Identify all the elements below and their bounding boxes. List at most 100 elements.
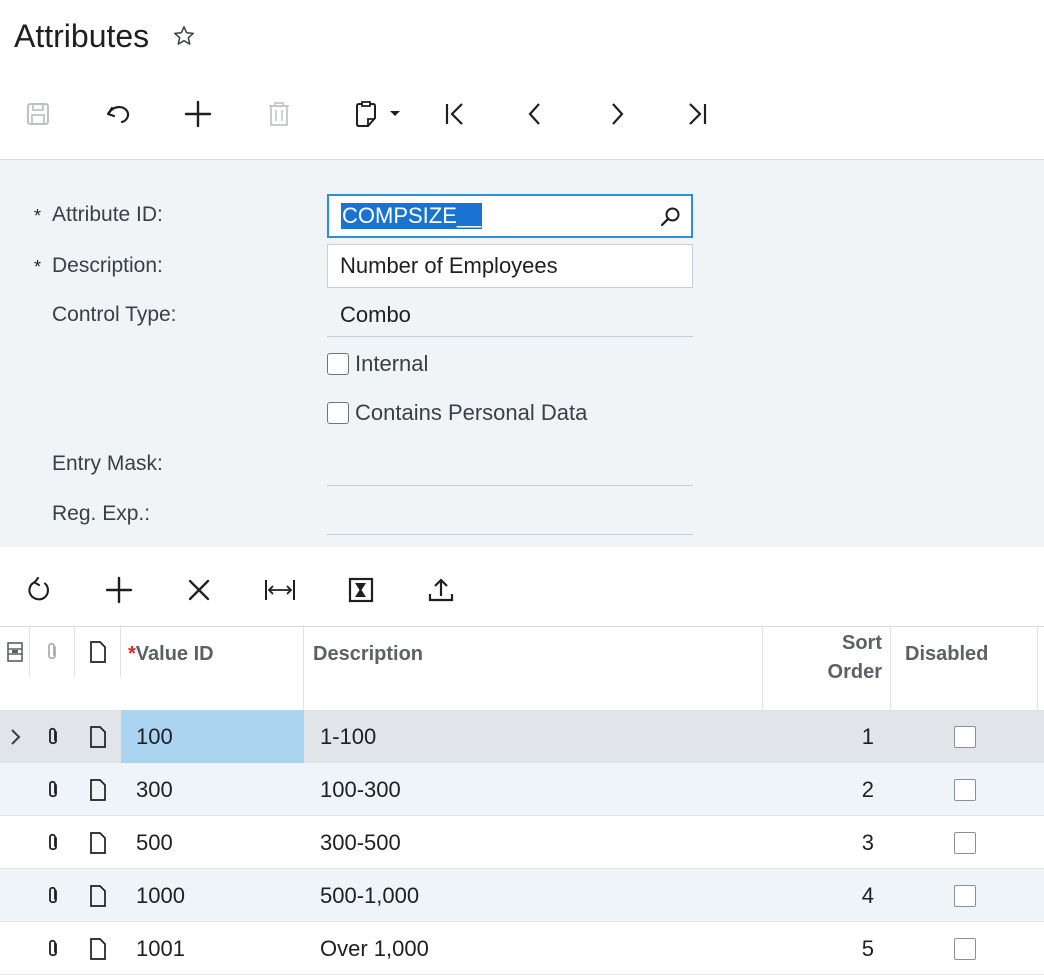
trash-icon [266, 99, 292, 129]
main-toolbar [20, 92, 740, 136]
internal-checkbox-row[interactable]: Internal [327, 349, 428, 379]
internal-label: Internal [355, 351, 429, 376]
control-type-field[interactable]: Combo [327, 293, 693, 337]
required-marker: * [128, 643, 136, 665]
attachment-icon[interactable] [30, 922, 75, 975]
required-marker: * [34, 206, 42, 226]
description-value: Number of Employees [340, 253, 558, 278]
attribute-id-label: Attribute ID: [52, 203, 163, 226]
clipboard-icon [351, 98, 381, 130]
table-row[interactable]: 100 1-100 1 [0, 710, 1044, 763]
disabled-cell[interactable] [891, 869, 1038, 922]
chevron-down-icon [389, 110, 401, 118]
add-row-button[interactable] [102, 568, 136, 612]
disabled-checkbox[interactable] [953, 831, 976, 854]
row-selector-chevron-icon[interactable] [0, 710, 30, 763]
export-excel-button[interactable] [344, 568, 378, 612]
note-icon[interactable] [75, 816, 121, 869]
required-marker: * [34, 257, 42, 277]
personal-data-checkbox[interactable] [327, 402, 349, 424]
value-id-cell[interactable]: 500 [121, 816, 304, 869]
note-icon[interactable] [75, 869, 121, 922]
excel-icon [347, 576, 375, 604]
table-row[interactable]: 1000 500-1,000 4 [0, 869, 1044, 922]
disabled-header-label: Disabled [905, 643, 989, 665]
fit-columns-button[interactable] [262, 568, 298, 612]
grid-toolbar [22, 568, 482, 612]
disabled-cell[interactable] [891, 922, 1038, 975]
entry-mask-field[interactable] [327, 442, 693, 486]
first-record-button[interactable] [440, 92, 470, 136]
value-id-cell[interactable]: 1000 [121, 869, 304, 922]
disabled-cell[interactable] [891, 763, 1038, 816]
description-cell[interactable]: 500-1,000 [304, 869, 763, 922]
column-config-icon[interactable] [0, 627, 30, 677]
previous-icon [524, 101, 546, 127]
description-field[interactable]: Number of Employees [327, 244, 693, 288]
attachment-icon[interactable] [30, 816, 75, 869]
sort-order-cell[interactable]: 1 [763, 710, 891, 763]
upload-icon [427, 576, 455, 604]
table-row[interactable]: 300 100-300 2 [0, 763, 1044, 816]
next-button[interactable] [602, 92, 632, 136]
attachment-icon[interactable] [30, 869, 75, 922]
disabled-checkbox[interactable] [953, 778, 976, 801]
last-record-button[interactable] [682, 92, 712, 136]
column-header-description[interactable]: Description [304, 627, 763, 711]
title-bar: Attributes [14, 16, 197, 56]
undo-icon [103, 99, 133, 129]
control-type-label: Control Type: [52, 303, 177, 326]
value-id-cell[interactable]: 300 [121, 763, 304, 816]
column-header-disabled[interactable]: Disabled [891, 627, 1038, 711]
column-header-sort-order[interactable]: Sort Order [763, 627, 891, 711]
description-cell[interactable]: 1-100 [304, 710, 763, 763]
delete-row-button[interactable] [182, 568, 216, 612]
star-icon[interactable] [171, 23, 197, 49]
reg-exp-field[interactable] [327, 491, 693, 535]
description-cell[interactable]: 100-300 [304, 763, 763, 816]
note-icon[interactable] [75, 710, 121, 763]
attribute-id-field[interactable]: COMPSIZE__ [327, 194, 693, 238]
reg-exp-label: Reg. Exp.: [52, 502, 151, 525]
description-cell[interactable]: Over 1,000 [304, 922, 763, 975]
delete-button[interactable] [262, 92, 296, 136]
column-header-value-id[interactable]: *Value ID [121, 627, 304, 711]
upload-button[interactable] [424, 568, 458, 612]
sort-order-cell[interactable]: 3 [763, 816, 891, 869]
note-icon[interactable] [75, 763, 121, 816]
disabled-cell[interactable] [891, 710, 1038, 763]
grid-header: *Value ID Description Sort Order Disable… [0, 626, 1044, 711]
sort-order-header-line2: Order [827, 661, 882, 683]
personal-data-checkbox-row[interactable]: Contains Personal Data [327, 398, 587, 428]
value-id-cell[interactable]: 1001 [121, 922, 304, 975]
attachment-icon[interactable] [30, 763, 75, 816]
save-button[interactable] [20, 92, 56, 136]
control-type-value: Combo [340, 301, 411, 327]
plus-icon [104, 575, 134, 605]
table-row[interactable]: 1001 Over 1,000 5 [0, 922, 1044, 975]
description-cell[interactable]: 300-500 [304, 816, 763, 869]
disabled-cell[interactable] [891, 816, 1038, 869]
previous-button[interactable] [520, 92, 550, 136]
disabled-checkbox[interactable] [953, 884, 976, 907]
attachment-icon[interactable] [30, 710, 75, 763]
disabled-checkbox[interactable] [953, 937, 976, 960]
refresh-button[interactable] [22, 568, 56, 612]
disabled-checkbox[interactable] [953, 725, 976, 748]
sort-order-cell[interactable]: 4 [763, 869, 891, 922]
cancel-button[interactable] [98, 92, 138, 136]
search-icon[interactable] [659, 205, 683, 235]
next-icon [606, 101, 628, 127]
add-button[interactable] [178, 92, 218, 136]
description-label: Description: [52, 254, 163, 277]
attribute-id-value: COMPSIZE__ [341, 203, 483, 229]
sort-order-cell[interactable]: 2 [763, 763, 891, 816]
value-id-cell[interactable]: 100 [121, 710, 304, 763]
copy-paste-button[interactable] [342, 92, 410, 136]
sort-order-cell[interactable]: 5 [763, 922, 891, 975]
attachment-icon [30, 627, 75, 677]
table-row[interactable]: 500 300-500 3 [0, 816, 1044, 869]
note-icon[interactable] [75, 922, 121, 975]
internal-checkbox[interactable] [327, 353, 349, 375]
sort-order-header-line1: Sort [842, 632, 882, 654]
